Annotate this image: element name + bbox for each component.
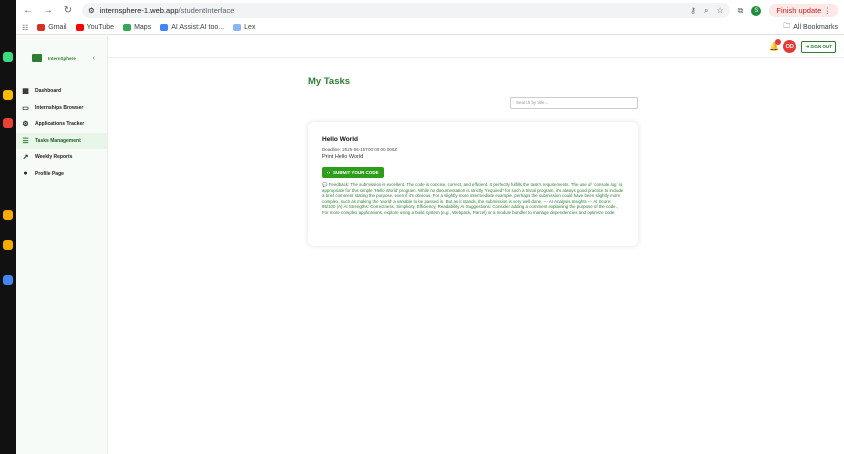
sign-out-label: SIGN OUT xyxy=(810,43,832,49)
logo-icon xyxy=(32,54,42,62)
site-info-icon[interactable]: ⚙ xyxy=(88,6,95,15)
youtube-icon xyxy=(75,24,84,31)
feedback-text: 💬 Feedback: The submission is excellent.… xyxy=(322,182,624,216)
task-description: Print Hello World xyxy=(322,154,364,160)
task-deadline: Deadline: 2025-06-15T00:00:00.000Z xyxy=(322,147,398,152)
reload-icon[interactable]: ↻ xyxy=(62,5,74,16)
briefcase-icon: ▭ xyxy=(22,104,29,112)
sidebar: InternSphere ‹ ▦ Dashboard ▭ Internships B… xyxy=(16,36,108,454)
bookmark-label: Lex xyxy=(244,24,256,31)
notification-badge xyxy=(775,39,782,45)
dock-app-icon[interactable] xyxy=(3,210,13,220)
sidebar-item-tasks[interactable]: ☰ Tasks Management xyxy=(16,132,107,149)
forward-icon[interactable]: → xyxy=(42,5,54,16)
maps-icon xyxy=(123,24,132,31)
bookmark-label: Maps xyxy=(134,24,152,31)
browser-toolbar: ← → ↻ ⚙ internsphere-1.web.app/studentIn… xyxy=(16,0,844,21)
sidebar-item-dashboard[interactable]: ▦ Dashboard xyxy=(16,83,107,100)
sidebar-item-reports[interactable]: ↗ Weekly Reports xyxy=(16,149,107,166)
code-icon: ‹› xyxy=(327,170,330,175)
os-dock xyxy=(0,0,16,454)
feedback-body: Feedback: The submission is excellent. T… xyxy=(322,182,624,215)
submit-code-label: SUBMIT YOUR CODE xyxy=(333,170,379,175)
search-input[interactable]: Search by title... xyxy=(510,97,638,109)
bookmark-label: AI Assist:AI too... xyxy=(171,24,225,31)
sidebar-item-profile[interactable]: ● Profile Page xyxy=(16,166,107,183)
apps-grid-icon[interactable]: ☷ xyxy=(22,24,28,32)
collapse-icon[interactable]: ‹ xyxy=(93,55,95,62)
all-bookmarks[interactable]: 🗀 All Bookmarks xyxy=(783,22,838,33)
sidebar-item-label: Tasks Management xyxy=(35,137,81,144)
lex-icon xyxy=(233,24,242,31)
finish-update-label: Finish update xyxy=(776,6,822,15)
sidebar-item-label: Applications Tracker xyxy=(35,121,85,128)
folder-icon: 🗀 xyxy=(783,23,791,30)
sidebar-item-applications[interactable]: ⚙ Applications Tracker xyxy=(16,116,107,133)
user-icon: ● xyxy=(23,170,28,178)
key-icon[interactable]: ⚷ xyxy=(690,6,696,16)
all-bookmarks-label: All Bookmarks xyxy=(793,24,838,31)
web-app: InternSphere ‹ ▦ Dashboard ▭ Internships B… xyxy=(16,36,844,454)
logo: InternSphere ‹ xyxy=(16,36,107,80)
notification-bell-icon[interactable]: 🔔 xyxy=(769,39,782,51)
finish-update-button[interactable]: Finish update ⋮ xyxy=(769,4,838,17)
address-bar[interactable]: ⚙ internsphere-1.web.app/studentInterfac… xyxy=(82,3,730,18)
page-title: My Tasks xyxy=(308,76,351,87)
avatar[interactable]: OD xyxy=(783,40,797,53)
app-topbar: 🔔 OD ⇥ SIGN OUT xyxy=(108,36,844,58)
gmail-icon xyxy=(37,24,46,31)
logo-text: InternSphere xyxy=(48,55,76,61)
zoom-icon[interactable]: ⌕ xyxy=(704,6,708,16)
dock-app-icon[interactable] xyxy=(3,240,13,250)
back-icon[interactable]: ← xyxy=(22,5,34,16)
top-actions: 🔔 OD ⇥ SIGN OUT xyxy=(769,39,836,53)
main-content: My Tasks Search by title... Hello World … xyxy=(108,58,844,454)
browser-window: ← → ↻ ⚙ internsphere-1.web.app/studentIn… xyxy=(16,0,844,454)
url-host: internsphere-1.web.app xyxy=(99,6,179,15)
sidebar-item-label: Weekly Reports xyxy=(35,154,73,161)
dock-app-icon[interactable] xyxy=(3,52,13,62)
gear-icon: ⚙ xyxy=(22,121,29,129)
comment-icon: 💬 xyxy=(322,182,328,187)
bookmark-gmail[interactable]: Gmail xyxy=(37,24,67,31)
dock-app-icon[interactable] xyxy=(3,90,13,100)
bookmarks-bar: ☷ Gmail YouTube Maps AI Assist:AI too...… xyxy=(16,21,844,35)
sidebar-menu: ▦ Dashboard ▭ Internships Browser ⚙ Applica… xyxy=(16,80,107,182)
bookmark-ai-assist[interactable]: AI Assist:AI too... xyxy=(160,24,224,31)
submit-code-button[interactable]: ‹› SUBMIT YOUR CODE xyxy=(322,167,384,178)
trend-icon: ↗ xyxy=(22,154,29,162)
dock-app-icon[interactable] xyxy=(3,275,13,285)
url-path: /studentInterface xyxy=(178,6,235,15)
task-title: Hello World xyxy=(322,136,358,143)
sidebar-item-internships[interactable]: ▭ Internships Browser xyxy=(16,100,107,117)
ai-assist-icon xyxy=(160,24,169,31)
extensions-icon[interactable]: ⧉ xyxy=(738,6,744,16)
bookmark-label: YouTube xyxy=(86,24,115,31)
profile-avatar[interactable]: S xyxy=(751,5,762,16)
checklist-icon: ☰ xyxy=(22,137,29,145)
star-icon[interactable]: ☆ xyxy=(716,6,723,16)
bookmark-maps[interactable]: Maps xyxy=(123,24,151,31)
sign-out-button[interactable]: ⇥ SIGN OUT xyxy=(801,40,836,53)
bookmark-lex[interactable]: Lex xyxy=(233,24,255,31)
sidebar-item-label: Dashboard xyxy=(35,88,62,95)
dock-app-icon[interactable] xyxy=(3,118,13,128)
sidebar-item-label: Internships Browser xyxy=(35,104,84,111)
bookmark-label: Gmail xyxy=(48,24,67,31)
grid-icon: ▦ xyxy=(22,88,29,96)
sidebar-item-label: Profile Page xyxy=(35,170,64,177)
bookmark-youtube[interactable]: YouTube xyxy=(75,24,115,31)
task-card: Hello World Deadline: 2025-06-15T00:00:0… xyxy=(308,122,638,246)
